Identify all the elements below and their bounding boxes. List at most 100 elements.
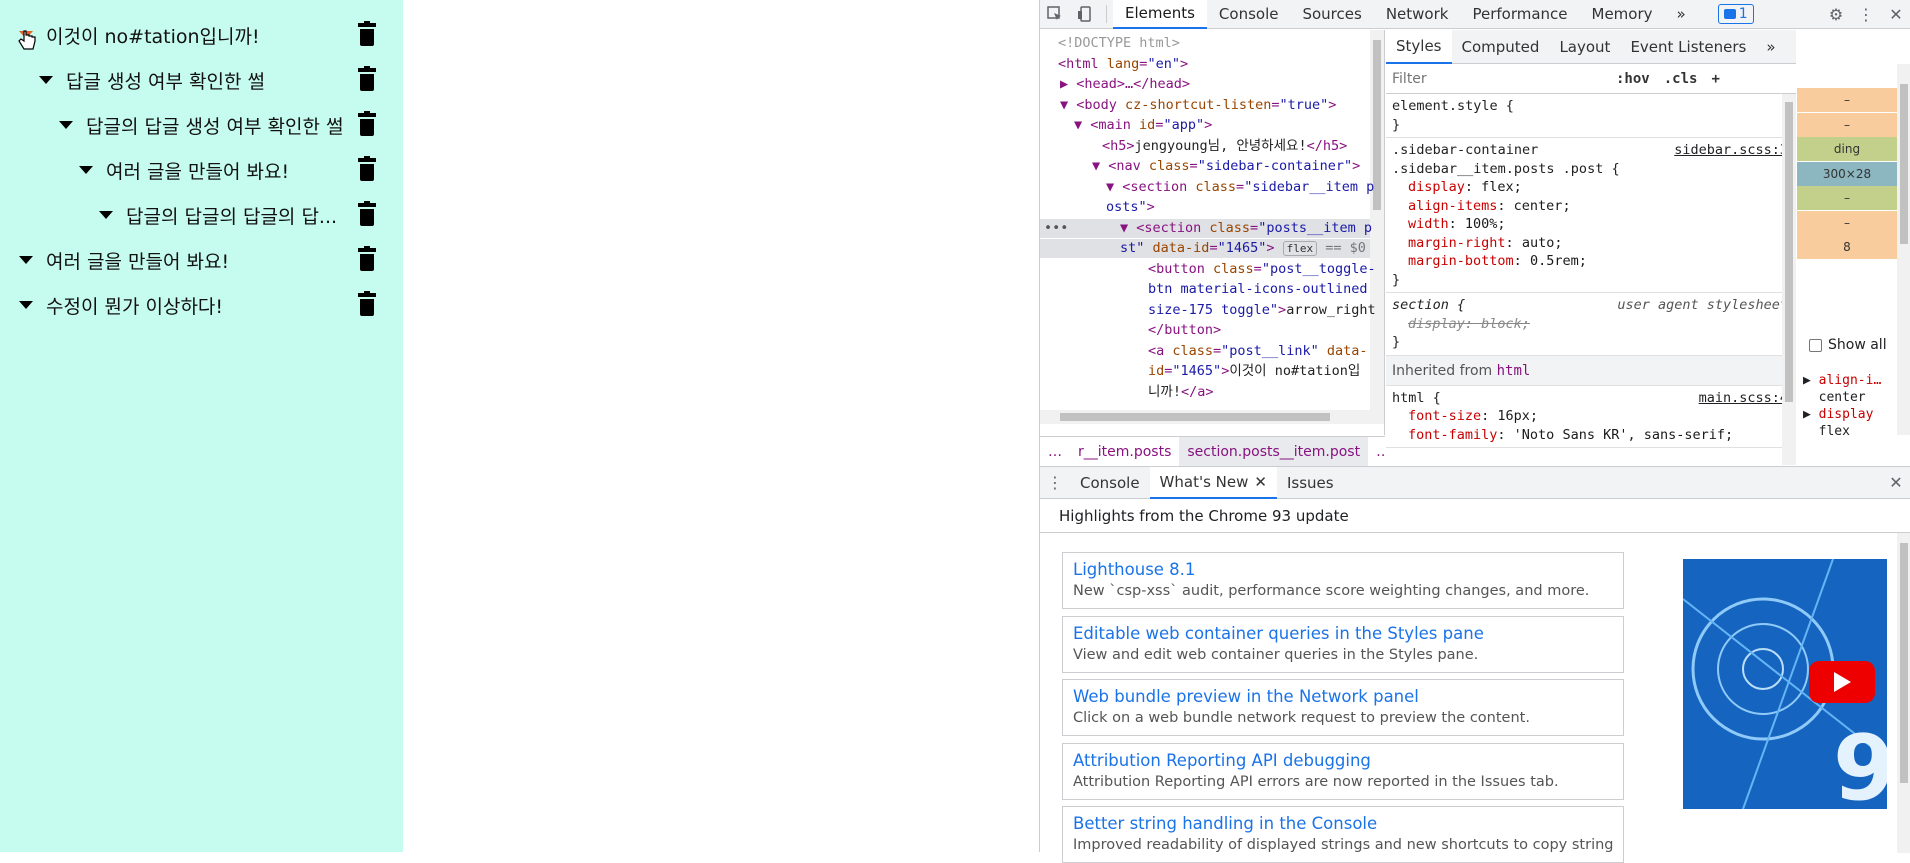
tab-sources[interactable]: Sources [1290,0,1373,29]
tab-console[interactable]: Console [1207,0,1291,29]
card-title-link[interactable]: Lighthouse 8.1 [1073,559,1613,581]
dom-node-line[interactable]: ▼ <section class="posts__item p [1040,218,1372,238]
tab-styles[interactable]: Styles [1386,30,1452,64]
dom-node-line[interactable]: </button> [1040,321,1370,340]
card-title-link[interactable]: Web bundle preview in the Network panel [1073,686,1613,708]
post-style-rule[interactable]: .sidebar-container sidebar.scss:3 .sideba… [1386,138,1796,293]
whats-new-card[interactable]: Attribution Reporting API debugging Attri… [1062,742,1624,800]
dom-node-line[interactable]: btn material-icons-outlined [1040,280,1370,299]
dom-node-line[interactable]: ▼ <body cz-shortcut-listen="true"> [1040,96,1370,115]
close-drawer-icon[interactable]: ✕ [1881,468,1910,497]
css-property[interactable]: font-family: 'Noto Sans KR', sans-serif; [1392,426,1790,445]
css-property[interactable]: align-items: center; [1392,197,1790,216]
css-property[interactable]: display: flex; [1392,178,1790,197]
html-style-rule[interactable]: html {main.scss:4 font-size: 16px; font-f… [1386,386,1796,448]
drawer-tab-console[interactable]: Console [1070,467,1150,499]
toggle-arrow-icon[interactable] [14,293,38,317]
drawer-menu-icon[interactable]: ⋮ [1040,468,1070,497]
whats-new-card[interactable]: Better string handling in the Console Imp… [1062,806,1624,863]
device-toolbar-icon[interactable] [1070,0,1100,29]
delete-trash-icon[interactable] [356,156,378,183]
toggle-arrow-icon[interactable] [34,68,58,92]
close-tab-icon[interactable]: ✕ [1254,473,1267,491]
toggle-arrow-icon[interactable] [94,203,118,227]
tab-layout[interactable]: Layout [1549,30,1620,64]
delete-trash-icon[interactable] [356,291,378,318]
elements-scrollbar-v[interactable] [1370,30,1384,410]
elements-scrollbar-h[interactable] [1040,410,1384,424]
rule-source-link[interactable]: sidebar.scss:3 [1674,141,1788,160]
card-title-link[interactable]: Editable web container queries in the St… [1073,623,1613,645]
post-link[interactable]: 이것이 no#tation입니까! [46,22,260,49]
post-link[interactable]: 답글 생성 여부 확인한 썰 [66,67,265,94]
dom-node-line[interactable]: size-175 toggle">arrow_right [1040,301,1376,320]
drawer-tab-whats-new[interactable]: What's New ✕ [1149,466,1277,499]
element-style-rule[interactable]: element.style { } [1386,94,1796,138]
issues-badge[interactable]: 1 [1717,4,1754,24]
delete-trash-icon[interactable] [356,21,378,48]
delete-trash-icon[interactable] [356,246,378,273]
more-tabs-button[interactable]: » [1665,0,1698,29]
dom-node-line[interactable]: ▼ <nav class="sidebar-container"> [1040,157,1370,176]
close-devtools-icon[interactable]: ✕ [1881,0,1910,29]
more-panes-button[interactable]: » [1756,30,1785,64]
drawer-scrollbar[interactable] [1897,533,1910,853]
new-rule-button[interactable]: + [1711,71,1719,87]
dom-node-line[interactable]: <html lang="en"> [1040,55,1370,74]
dom-node-line[interactable]: ▶ <head>…</head> [1040,75,1370,94]
dom-node-line[interactable]: <button class="post__toggle- [1040,260,1376,279]
dom-node-line[interactable]: st" data-id="1465"> flex == $0 [1040,239,1370,258]
inspect-element-icon[interactable] [1040,0,1070,29]
dom-node-line[interactable]: <h5>jengyoung님, 안녕하세요!</h5> [1040,137,1370,156]
dom-node-line[interactable]: osts"> [1040,198,1370,217]
breadcrumb-item[interactable]: r__item.posts [1070,437,1179,466]
tab-event-listeners[interactable]: Event Listeners [1620,30,1756,64]
css-property[interactable]: width: 100%; [1392,215,1790,234]
elements-tree[interactable]: <!DOCTYPE html> <html lang="en"> ▶ <head>…… [1040,30,1385,435]
drawer-tab-issues[interactable]: Issues [1277,467,1344,499]
breadcrumb-item[interactable]: section.posts__item.post [1179,437,1369,466]
kebab-menu-icon[interactable]: ⋮ [1851,0,1881,29]
rule-source-link[interactable]: main.scss:4 [1699,389,1788,408]
release-video-thumbnail[interactable]: 9 [1683,559,1887,809]
css-property[interactable]: margin-right: auto; [1392,234,1790,253]
section-ua-rule[interactable]: section {user agent stylesheet display: … [1386,293,1796,356]
computed-scrollbar[interactable] [1897,64,1910,435]
post-link[interactable]: 여러 글을 만들어 봐요! [106,157,289,184]
css-property[interactable]: margin-bottom: 0.5rem; [1392,252,1790,271]
dom-node-line[interactable]: 니까!</a> [1040,383,1370,402]
cls-toggle[interactable]: .cls [1664,71,1698,87]
dom-node-line[interactable]: ▼ <main id="app"> [1040,116,1370,135]
dom-node-line[interactable]: ▼ <section class="sidebar__item p [1040,178,1374,197]
post-link[interactable]: 답글의 답글의 답글의 답... [126,202,337,229]
whats-new-card[interactable]: Web bundle preview in the Network panel C… [1062,679,1624,736]
post-link[interactable]: 여러 글을 만들어 봐요! [46,247,229,274]
breadcrumb-item[interactable]: … [1040,437,1070,466]
styles-scrollbar[interactable] [1782,94,1796,465]
styles-filter-input[interactable] [1392,70,1602,87]
tab-performance[interactable]: Performance [1460,0,1579,29]
card-title-link[interactable]: Attribution Reporting API debugging [1073,750,1613,772]
delete-trash-icon[interactable] [356,201,378,228]
tab-computed[interactable]: Computed [1452,30,1550,64]
breadcrumb-item[interactable]: … [1368,437,1385,466]
youtube-play-button[interactable] [1809,661,1875,703]
dom-node-line[interactable]: id="1465">이것이 no#tation입 [1040,362,1370,381]
whats-new-card[interactable]: Editable web container queries in the St… [1062,615,1624,673]
toggle-arrow-icon[interactable] [54,113,78,137]
show-all-checkbox[interactable]: Show all [1809,337,1887,353]
delete-trash-icon[interactable] [356,111,378,138]
card-title-link[interactable]: Better string handling in the Console [1073,813,1613,835]
css-property[interactable]: font-size: 16px; [1392,407,1790,426]
computed-property[interactable]: ▶ align-i… center [1803,372,1881,406]
tab-memory[interactable]: Memory [1580,0,1665,29]
settings-gear-icon[interactable]: ⚙ [1821,0,1851,29]
tab-elements[interactable]: Elements [1113,0,1207,29]
toggle-arrow-icon[interactable] [74,158,98,182]
delete-trash-icon[interactable] [356,66,378,93]
whats-new-card[interactable]: Lighthouse 8.1 New `csp-xss` audit, perfo… [1062,552,1624,609]
dom-node-line[interactable]: <a class="post__link" data- [1040,342,1370,361]
tab-network[interactable]: Network [1374,0,1461,29]
post-link[interactable]: 답글의 답글 생성 여부 확인한 썰 [86,112,343,139]
computed-property[interactable]: ▶ display flex [1803,406,1873,435]
